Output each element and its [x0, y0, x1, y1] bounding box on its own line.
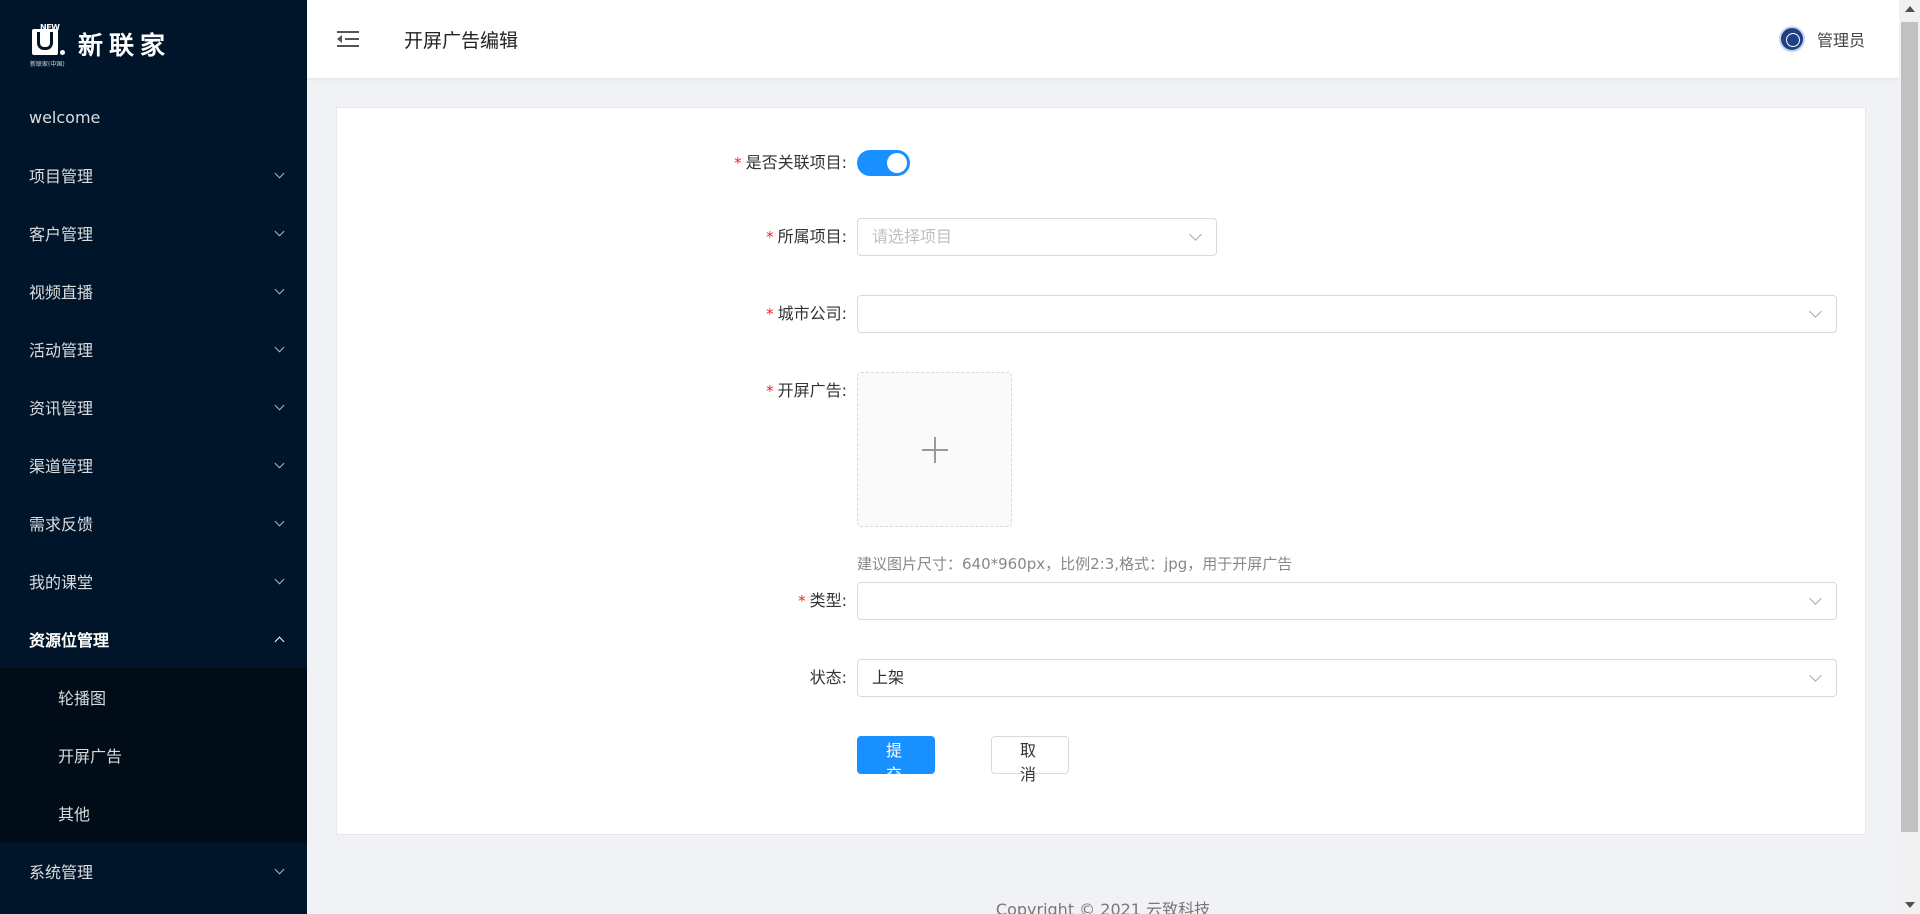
user-menu[interactable]: 管理员 — [1778, 0, 1865, 78]
required-mark: * — [766, 305, 774, 323]
submenu-item-carousel[interactable]: 轮播图 — [0, 668, 307, 726]
ad-image-label: * 开屏广告: — [766, 381, 847, 400]
sidebar-item-label: 项目管理 — [29, 167, 94, 186]
sidebar-item-label: 系统管理 — [29, 863, 94, 882]
form-row-status: 状态: 上架 — [337, 659, 1837, 697]
resources-submenu: 轮播图 开屏广告 其他 — [0, 668, 307, 842]
chevron-down-icon — [274, 864, 285, 874]
logo-subtitle: 新联家(中国) — [30, 61, 65, 68]
submenu-item-label: 轮播图 — [58, 689, 107, 708]
logo-badge: NEW — [40, 23, 60, 32]
chevron-down-icon — [274, 574, 285, 584]
form-card: *是否关联项目: *所属项目: 请选择项目 *城市公司: *开屏广告: — [336, 107, 1866, 835]
chevron-up-icon — [274, 636, 285, 646]
sidebar: NEW 新联家(中国) 新联家 welcome 项目管理 客户管理 视频直播 活… — [0, 0, 307, 914]
logo-text: 新联家 — [78, 31, 172, 60]
chevron-down-icon — [1189, 228, 1202, 241]
project-label: * 所属项目: — [766, 227, 847, 246]
sidebar-item-label: 资讯管理 — [29, 399, 94, 418]
submenu-item-label: 开屏广告 — [58, 747, 123, 766]
sidebar-item-label: 我的课堂 — [29, 573, 94, 592]
scroll-up-icon[interactable] — [1905, 6, 1915, 12]
type-select[interactable] — [857, 582, 1837, 620]
link-project-label: * 是否关联项目: — [734, 153, 847, 172]
sidebar-item-news[interactable]: 资讯管理 — [0, 378, 307, 436]
submenu-item-other[interactable]: 其他 — [0, 784, 307, 842]
footer-copyright: Copyright © 2021 云致科技 — [995, 900, 1211, 914]
link-project-toggle[interactable] — [857, 150, 910, 176]
form-row-type: * 类型: — [337, 582, 1837, 620]
sidebar-menu: welcome 项目管理 客户管理 视频直播 活动管理 资讯管理 渠道管理 需求… — [0, 88, 307, 900]
required-mark: * — [734, 154, 742, 172]
sidebar-item-welcome[interactable]: welcome — [0, 88, 307, 146]
status-select[interactable]: 上架 — [857, 659, 1837, 697]
sidebar-item-feedback[interactable]: 需求反馈 — [0, 494, 307, 552]
chevron-down-icon — [274, 342, 285, 352]
image-upload-button[interactable] — [857, 372, 1012, 527]
form-row-project: * 所属项目: 请选择项目 — [337, 218, 1217, 256]
chevron-down-icon — [1809, 305, 1822, 318]
chevron-down-icon — [274, 226, 285, 236]
required-mark: * — [766, 382, 774, 400]
page-title: 开屏广告编辑 — [404, 29, 519, 52]
chevron-down-icon — [274, 400, 285, 410]
sidebar-item-label: 客户管理 — [29, 225, 94, 244]
project-select[interactable]: 请选择项目 — [857, 218, 1217, 256]
sidebar-item-label: 资源位管理 — [29, 631, 110, 650]
chevron-down-icon — [274, 284, 285, 294]
required-mark: * — [766, 228, 774, 246]
user-name: 管理员 — [1816, 31, 1865, 50]
sidebar-item-label: 视频直播 — [29, 283, 94, 302]
sidebar-item-label: welcome — [29, 107, 101, 127]
top-header: 开屏广告编辑 管理员 — [307, 0, 1899, 78]
city-company-label: * 城市公司: — [766, 304, 847, 323]
type-label: * 类型: — [798, 591, 847, 610]
scroll-thumb[interactable] — [1901, 22, 1918, 832]
form-row-city-company: * 城市公司: — [337, 295, 1837, 333]
sidebar-item-channels[interactable]: 渠道管理 — [0, 436, 307, 494]
upload-hint: 建议图片尺寸：640*960px，比例2:3,格式：jpg，用于开屏广告 — [857, 555, 1293, 573]
submit-button[interactable]: 提交 — [857, 736, 935, 784]
status-value: 上架 — [872, 668, 905, 687]
form-actions: 提交 取消 — [857, 736, 1069, 784]
submenu-item-label: 其他 — [58, 805, 91, 824]
chevron-down-icon — [1809, 669, 1822, 682]
sidebar-item-customers[interactable]: 客户管理 — [0, 204, 307, 262]
submenu-item-splash-ad[interactable]: 开屏广告 — [0, 726, 307, 784]
status-label: 状态: — [809, 668, 847, 687]
sidebar-item-label: 活动管理 — [29, 341, 94, 360]
chevron-down-icon — [1809, 592, 1822, 605]
chevron-down-icon — [274, 168, 285, 178]
sidebar-item-classroom[interactable]: 我的课堂 — [0, 552, 307, 610]
page-scrollbar[interactable] — [1899, 0, 1920, 914]
required-mark: * — [798, 592, 806, 610]
avatar — [1778, 26, 1805, 52]
logo-icon: NEW 新联家(中国) — [30, 23, 68, 68]
sidebar-item-activities[interactable]: 活动管理 — [0, 320, 307, 378]
sidebar-item-live-video[interactable]: 视频直播 — [0, 262, 307, 320]
sidebar-item-label: 渠道管理 — [29, 457, 94, 476]
sidebar-item-system[interactable]: 系统管理 — [0, 842, 307, 900]
cancel-button[interactable]: 取消 — [991, 736, 1069, 784]
sidebar-item-resources[interactable]: 资源位管理 — [0, 610, 307, 668]
logo[interactable]: NEW 新联家(中国) 新联家 — [0, 0, 307, 88]
project-placeholder: 请选择项目 — [872, 227, 953, 246]
sidebar-item-label: 需求反馈 — [29, 515, 94, 534]
city-company-select[interactable] — [857, 295, 1837, 333]
form-row-ad-image: * 开屏广告: 建议图片尺寸：640*960px，比例2:3,格式：jpg，用于开… — [337, 372, 1292, 574]
chevron-down-icon — [274, 458, 285, 468]
chevron-down-icon — [274, 516, 285, 526]
form-row-link-project: * 是否关联项目: — [337, 144, 910, 182]
sidebar-item-projects[interactable]: 项目管理 — [0, 146, 307, 204]
scroll-down-icon[interactable] — [1905, 902, 1915, 908]
menu-fold-icon[interactable] — [337, 30, 359, 48]
